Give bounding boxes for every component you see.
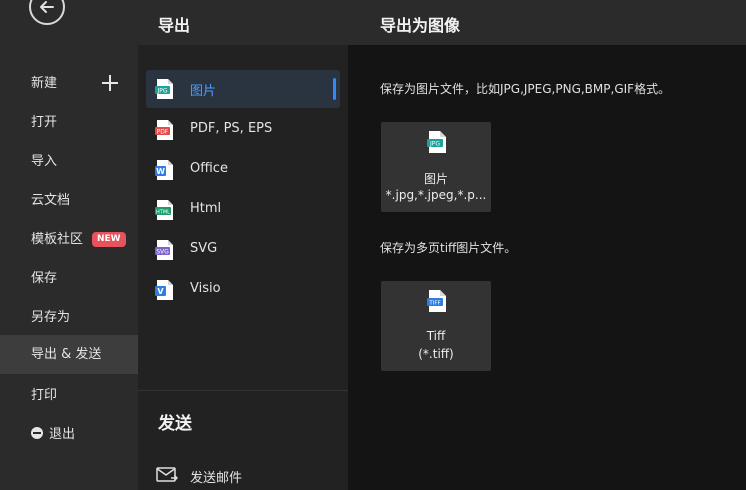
pdf-file-icon: PDF <box>155 120 173 140</box>
tiff-export-tile[interactable]: TIFF Tiff (*.tiff) <box>381 281 491 371</box>
send-section-title: 发送 <box>158 414 192 434</box>
nav-item-save-as[interactable]: 另存为 <box>0 298 138 337</box>
nav-item-label: 另存为 <box>31 310 71 325</box>
format-item-label: PDF, PS, EPS <box>190 121 273 136</box>
nav-item-label: 打开 <box>31 115 58 130</box>
svg-text:JPG: JPG <box>429 141 440 148</box>
jpg-file-icon: JPG <box>427 131 446 153</box>
mail-icon <box>156 467 178 482</box>
word-file-icon: W <box>155 160 173 180</box>
nav-item-label: 退出 <box>49 427 76 442</box>
format-item-label: SVG <box>190 241 218 256</box>
export-panel-header: 导出 <box>138 0 348 45</box>
format-item-image[interactable]: JPG 图片 <box>146 70 340 108</box>
format-item-label: 图片 <box>190 84 217 99</box>
visio-file-icon: V <box>155 280 173 300</box>
format-item-html[interactable]: HTML Html <box>146 191 340 229</box>
svg-text:TIFF: TIFF <box>428 300 440 306</box>
nav-item-label: 导出 & 发送 <box>31 347 102 362</box>
svg-text:SVG: SVG <box>156 249 169 256</box>
nav-item-open[interactable]: 打开 <box>0 103 138 142</box>
tile-title: Tiff <box>426 329 446 343</box>
tile-extensions: (*.tiff) <box>418 347 454 361</box>
new-badge: NEW <box>92 232 126 247</box>
divider <box>138 390 348 391</box>
svg-text:V: V <box>157 287 164 296</box>
nav-item-cloud-docs[interactable]: 云文档 <box>0 181 138 220</box>
html-file-icon: HTML <box>155 200 173 220</box>
jpg-file-icon: JPG <box>155 79 173 99</box>
svg-text:HTML: HTML <box>156 209 170 215</box>
export-panel-title: 导出 <box>158 16 191 35</box>
nav-item-label: 打印 <box>31 388 58 403</box>
nav-item-label: 新建 <box>31 76 58 91</box>
content-header: 导出为图像 <box>348 0 746 45</box>
nav-item-export-send[interactable]: 导出 & 发送 <box>0 335 138 374</box>
arrow-left-icon <box>40 1 54 13</box>
format-item-label: Office <box>190 161 228 176</box>
format-item-pdf[interactable]: PDF PDF, PS, EPS <box>146 111 340 149</box>
send-email-label: 发送邮件 <box>190 471 243 486</box>
format-item-visio[interactable]: V Visio <box>146 271 340 309</box>
format-item-label: Html <box>190 201 222 216</box>
nav-item-label: 云文档 <box>31 193 71 208</box>
nav-item-print[interactable]: 打印 <box>0 376 138 415</box>
send-email-item[interactable]: 发送邮件 <box>154 462 344 490</box>
image-export-tile[interactable]: JPG 图片 *.jpg,*.jpeg,*.p... <box>381 122 491 212</box>
back-button[interactable] <box>29 0 65 25</box>
active-indicator <box>333 78 336 100</box>
nav-item-save[interactable]: 保存 <box>0 259 138 298</box>
svg-text:W: W <box>156 167 165 176</box>
nav-item-label: 模板社区 <box>31 232 84 247</box>
svg-text:PDF: PDF <box>157 129 169 136</box>
svg-text:JPG: JPG <box>156 88 167 95</box>
nav-item-import[interactable]: 导入 <box>0 142 138 181</box>
tiff-description: 保存为多页tiff图片文件。 <box>380 241 517 255</box>
export-content-panel: 导出为图像 保存为图片文件，比如JPG,JPEG,PNG,BMP,GIF格式。 … <box>348 0 746 490</box>
nav-item-template-community[interactable]: 模板社区 NEW <box>0 220 138 259</box>
tile-title: 图片 <box>423 172 448 186</box>
tile-extensions: *.jpg,*.jpeg,*.p... <box>385 188 487 202</box>
export-format-panel: 导出 JPG 图片 PDF PDF, PS, EPS W Office HTML… <box>138 0 348 490</box>
content-title: 导出为图像 <box>380 16 461 35</box>
nav-item-exit[interactable]: 退出 <box>0 415 138 454</box>
image-description: 保存为图片文件，比如JPG,JPEG,PNG,BMP,GIF格式。 <box>380 82 671 96</box>
format-item-label: Visio <box>190 281 221 296</box>
nav-item-label: 导入 <box>31 154 58 169</box>
format-item-office[interactable]: W Office <box>146 151 340 189</box>
format-item-svg[interactable]: SVG SVG <box>146 231 340 269</box>
left-nav: 新建 打开 导入 云文档 模板社区 NEW 保存 另存为 导出 & 发送 打印 … <box>0 0 138 490</box>
plus-icon[interactable] <box>102 75 118 91</box>
exit-icon <box>31 427 43 439</box>
tiff-file-icon: TIFF <box>427 290 446 312</box>
nav-item-new[interactable]: 新建 <box>0 64 138 103</box>
svg-file-icon: SVG <box>155 240 173 260</box>
nav-item-label: 保存 <box>31 271 58 286</box>
